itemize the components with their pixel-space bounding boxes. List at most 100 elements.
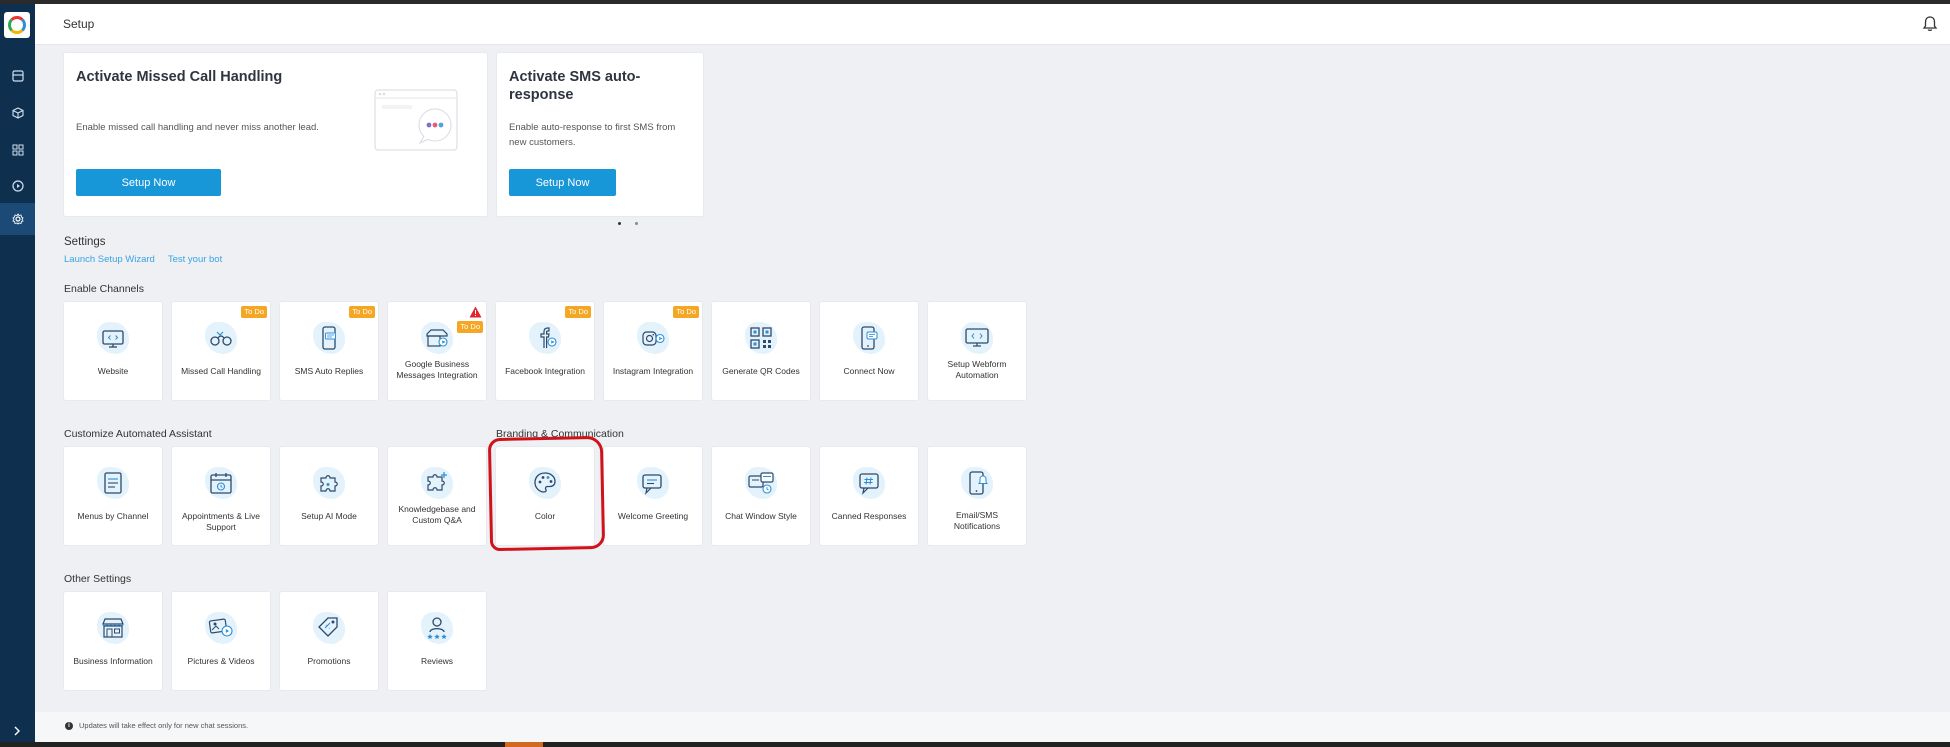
tile-welcome-greeting[interactable]: Welcome Greeting — [604, 447, 702, 545]
tile-label: Knowledgebase and Custom Q&A — [398, 504, 476, 525]
missed-call-promo-card: Activate Missed Call Handling Enable mis… — [64, 53, 487, 216]
notification-phone-icon — [961, 467, 993, 499]
google-business-icon — [421, 322, 453, 354]
promo-card-description: Enable auto-response to first SMS from n… — [509, 122, 676, 148]
tile-setup-ai-mode[interactable]: Setup AI Mode — [280, 447, 378, 545]
tile-label: Business Information — [73, 656, 153, 666]
menu-icon — [97, 467, 129, 499]
media-icon — [205, 612, 237, 644]
tile-menus-by-channel[interactable]: Menus by Channel — [64, 447, 162, 545]
footer-note: i Updates will take effect only for new … — [65, 721, 248, 730]
inbox-icon[interactable] — [8, 66, 28, 86]
tile-email-sms-notifications[interactable]: Email/SMS Notifications — [928, 447, 1026, 545]
promo-card-description: Enable missed call handling and never mi… — [76, 122, 319, 133]
tile-label: Setup AI Mode — [301, 511, 357, 521]
tile-instagram-integration[interactable]: To Do Instagram Integration — [604, 302, 702, 400]
tile-label: Missed Call Handling — [181, 366, 261, 376]
tile-chat-window-style[interactable]: Chat Window Style — [712, 447, 810, 545]
monitor-icon — [97, 322, 129, 354]
tile-label: Email/SMS Notifications — [953, 510, 1001, 531]
tile-label: Google Business Messages Integration — [396, 359, 478, 380]
warning-icon — [469, 306, 482, 318]
tile-label: Welcome Greeting — [617, 511, 689, 521]
missed-call-icon — [205, 322, 237, 354]
storefront-icon — [97, 612, 129, 644]
tile-label: Appointments & Live Support — [182, 511, 260, 532]
color-tile-highlight-annotation — [487, 435, 606, 552]
notification-bell-icon[interactable] — [1920, 14, 1940, 34]
tile-website[interactable]: Website — [64, 302, 162, 400]
cube-icon[interactable] — [8, 103, 28, 123]
tile-knowledgebase-custom-qa[interactable]: Knowledgebase and Custom Q&A — [388, 447, 486, 545]
sidebar — [0, 4, 35, 742]
missed-call-setup-now-button[interactable]: Setup Now — [76, 169, 221, 196]
tile-google-business-messages[interactable]: To Do Google Business Messages Integrati… — [388, 302, 486, 400]
promo-card-title: Activate SMS auto-response — [509, 69, 641, 103]
todo-badge: To Do — [241, 306, 267, 318]
app-logo[interactable] — [4, 12, 30, 38]
tile-connect-now[interactable]: Connect Now — [820, 302, 918, 400]
other-settings-heading: Other Settings — [64, 573, 132, 585]
tile-label: Setup Webform Automation — [947, 359, 1007, 380]
settings-links: Launch Setup Wizard Test your bot — [64, 254, 222, 265]
facebook-icon — [529, 322, 561, 354]
tile-label: Chat Window Style — [725, 511, 797, 521]
tile-pictures-videos[interactable]: Pictures & Videos — [172, 592, 270, 690]
todo-badge: To Do — [349, 306, 375, 318]
settings-gear-icon[interactable] — [0, 203, 35, 235]
reviews-icon — [421, 612, 453, 644]
tile-label: Reviews — [420, 656, 454, 666]
customize-assistant-heading: Customize Automated Assistant — [64, 428, 212, 440]
page-title: Setup — [63, 17, 95, 31]
play-circle-icon[interactable] — [8, 176, 28, 196]
puzzle-icon — [313, 467, 345, 499]
qr-code-icon — [745, 322, 777, 354]
sms-phone-icon — [313, 322, 345, 354]
tile-business-information[interactable]: Business Information — [64, 592, 162, 690]
expand-sidebar-chevron-icon[interactable] — [8, 722, 26, 740]
tile-label: SMS Auto Replies — [294, 366, 364, 376]
tile-label: Facebook Integration — [505, 366, 585, 376]
footer-note-text: Updates will take effect only for new ch… — [79, 721, 249, 730]
info-icon: i — [65, 721, 73, 730]
tile-label: Canned Responses — [831, 511, 907, 521]
enable-channels-heading: Enable Channels — [64, 283, 144, 295]
sms-autoresponse-promo-card: Activate SMS auto-response Enable auto-r… — [497, 53, 703, 216]
launch-setup-wizard-link[interactable]: Launch Setup Wizard — [64, 254, 155, 265]
test-your-bot-link[interactable]: Test your bot — [168, 254, 222, 265]
chat-window-icon — [745, 467, 777, 499]
tag-icon — [313, 612, 345, 644]
carousel-dot[interactable] — [618, 222, 621, 225]
todo-badge: To Do — [457, 321, 483, 333]
tile-appointments-live-support[interactable]: Appointments & Live Support — [172, 447, 270, 545]
carousel-dot[interactable] — [635, 222, 638, 225]
page-footer: i Updates will take effect only for new … — [35, 712, 1950, 742]
tile-promotions[interactable]: Promotions — [280, 592, 378, 690]
tile-label: Instagram Integration — [612, 366, 694, 376]
tile-sms-auto-replies[interactable]: To Do SMS Auto Replies — [280, 302, 378, 400]
promo-card-title: Activate Missed Call Handling — [76, 69, 283, 85]
tile-reviews[interactable]: Reviews — [388, 592, 486, 690]
tile-facebook-integration[interactable]: To Do Facebook Integration — [496, 302, 594, 400]
tile-setup-webform-automation[interactable]: Setup Webform Automation — [928, 302, 1026, 400]
tile-label: Website — [97, 366, 129, 376]
tile-canned-responses[interactable]: Canned Responses — [820, 447, 918, 545]
carousel-dots[interactable] — [618, 222, 638, 225]
grid-icon[interactable] — [8, 140, 28, 160]
window-bottom-strip — [0, 742, 1950, 747]
connect-phone-icon — [853, 322, 885, 354]
tile-missed-call-handling[interactable]: To Do Missed Call Handling — [172, 302, 270, 400]
tile-label: Menus by Channel — [77, 511, 149, 521]
puzzle-plus-icon — [421, 467, 453, 499]
settings-heading: Settings — [64, 236, 106, 248]
sms-setup-now-button[interactable]: Setup Now — [509, 169, 616, 196]
todo-badge: To Do — [565, 306, 591, 318]
todo-badge: To Do — [673, 306, 699, 318]
webform-icon — [961, 322, 993, 354]
instagram-icon — [637, 322, 669, 354]
tile-label: Pictures & Videos — [187, 656, 255, 666]
tile-generate-qr-codes[interactable]: Generate QR Codes — [712, 302, 810, 400]
page-header: Setup — [35, 4, 1950, 45]
tile-label: Connect Now — [843, 366, 895, 376]
tile-label: Generate QR Codes — [722, 366, 800, 376]
